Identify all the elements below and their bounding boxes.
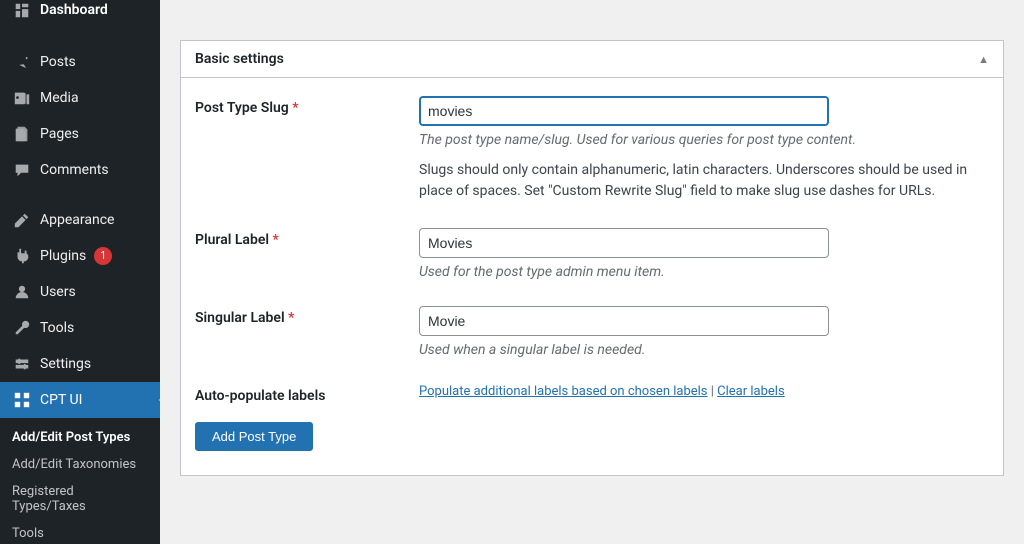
sidebar-item-label: Pages — [40, 126, 79, 142]
collapse-icon: ▲ — [978, 53, 989, 66]
label-singular: Singular Label * — [195, 306, 395, 358]
sidebar-item-label: Dashboard — [40, 2, 108, 18]
help-plural: Used for the post type admin menu item. — [419, 264, 989, 280]
appearance-icon — [12, 210, 32, 230]
sidebar-item-label: CPT UI — [40, 392, 82, 408]
add-post-type-button[interactable]: Add Post Type — [195, 422, 313, 451]
sidebar-item-settings[interactable]: Settings — [0, 346, 160, 382]
panel-body: Post Type Slug * The post type name/slug… — [181, 78, 1003, 475]
required-star: * — [288, 310, 294, 326]
required-star: * — [292, 100, 298, 116]
sidebar-sub-add-edit-post-types[interactable]: Add/Edit Post Types — [0, 424, 160, 451]
pages-icon — [12, 124, 32, 144]
cptui-icon — [12, 390, 32, 410]
sidebar-item-cptui[interactable]: CPT UI — [0, 382, 160, 418]
sidebar-sub-add-edit-taxonomies[interactable]: Add/Edit Taxonomies — [0, 451, 160, 478]
tools-icon — [12, 318, 32, 338]
sidebar-item-label: Plugins — [40, 248, 86, 264]
comments-icon — [12, 160, 32, 180]
admin-sidebar: Dashboard Posts Media Pages Comments App… — [0, 0, 160, 544]
sidebar-item-media[interactable]: Media — [0, 80, 160, 116]
sidebar-item-users[interactable]: Users — [0, 274, 160, 310]
label-plural: Plural Label * — [195, 228, 395, 280]
sidebar-item-label: Appearance — [40, 212, 114, 228]
sidebar-submenu: Add/Edit Post Types Add/Edit Taxonomies … — [0, 418, 160, 544]
sidebar-item-label: Posts — [40, 54, 76, 70]
label-auto-populate: Auto-populate labels — [195, 384, 395, 404]
update-badge: 1 — [94, 247, 112, 265]
help-singular: Used when a singular label is needed. — [419, 342, 989, 358]
input-singular-label[interactable] — [419, 306, 829, 336]
main-content: Basic settings ▲ Post Type Slug * The po… — [160, 0, 1024, 544]
help-slug-2: Slugs should only contain alphanumeric, … — [419, 160, 989, 202]
sidebar-item-comments[interactable]: Comments — [0, 152, 160, 188]
sidebar-sub-tools[interactable]: Tools — [0, 520, 160, 544]
input-plural-label[interactable] — [419, 228, 829, 258]
dashboard-icon — [12, 0, 32, 20]
sidebar-item-plugins[interactable]: Plugins 1 — [0, 238, 160, 274]
help-slug-1: The post type name/slug. Used for variou… — [419, 132, 989, 148]
sidebar-item-label: Settings — [40, 356, 91, 372]
basic-settings-panel: Basic settings ▲ Post Type Slug * The po… — [180, 40, 1004, 476]
sidebar-item-dashboard[interactable]: Dashboard — [0, 0, 160, 30]
required-star: * — [273, 232, 279, 248]
panel-header[interactable]: Basic settings ▲ — [181, 41, 1003, 78]
sidebar-item-label: Users — [40, 284, 76, 300]
pin-icon — [12, 52, 32, 72]
sidebar-item-label: Media — [40, 90, 79, 106]
sidebar-item-pages[interactable]: Pages — [0, 116, 160, 152]
link-clear-labels[interactable]: Clear labels — [717, 384, 785, 399]
sidebar-item-posts[interactable]: Posts — [0, 44, 160, 80]
sidebar-item-appearance[interactable]: Appearance — [0, 202, 160, 238]
media-icon — [12, 88, 32, 108]
link-populate-labels[interactable]: Populate additional labels based on chos… — [419, 384, 708, 399]
sidebar-item-tools[interactable]: Tools — [0, 310, 160, 346]
panel-title: Basic settings — [195, 51, 284, 67]
input-post-type-slug[interactable] — [419, 96, 829, 126]
settings-icon — [12, 354, 32, 374]
plugins-icon — [12, 246, 32, 266]
sidebar-item-label: Comments — [40, 162, 109, 178]
users-icon — [12, 282, 32, 302]
label-post-type-slug: Post Type Slug * — [195, 96, 395, 202]
sidebar-item-label: Tools — [40, 320, 74, 336]
sidebar-sub-registered-types[interactable]: Registered Types/Taxes — [0, 478, 160, 520]
